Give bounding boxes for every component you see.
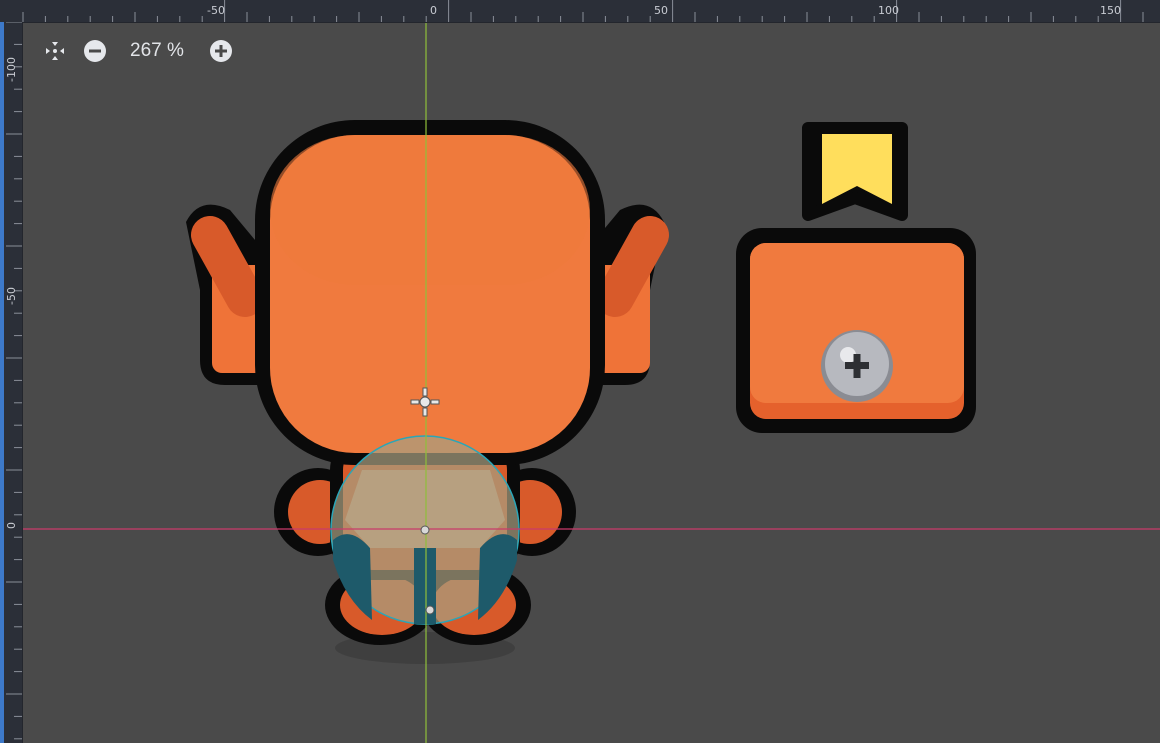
zoom-out-button[interactable]: [80, 36, 110, 66]
zoom-in-button[interactable]: [206, 36, 236, 66]
center-view-button[interactable]: [40, 36, 70, 66]
scene-canvas[interactable]: [0, 0, 1160, 743]
crate-sprite[interactable]: [736, 228, 976, 433]
zoom-toolbar: 267 %: [40, 36, 236, 66]
zoom-level[interactable]: 267 %: [130, 40, 184, 62]
robot-head[interactable]: [255, 120, 605, 465]
zoom-out-icon: [84, 40, 106, 62]
yellow-flag-icon[interactable]: [802, 122, 908, 221]
zoom-in-icon: [209, 40, 232, 62]
center-view-icon: [46, 42, 64, 60]
ruler-corner: [0, 0, 22, 22]
